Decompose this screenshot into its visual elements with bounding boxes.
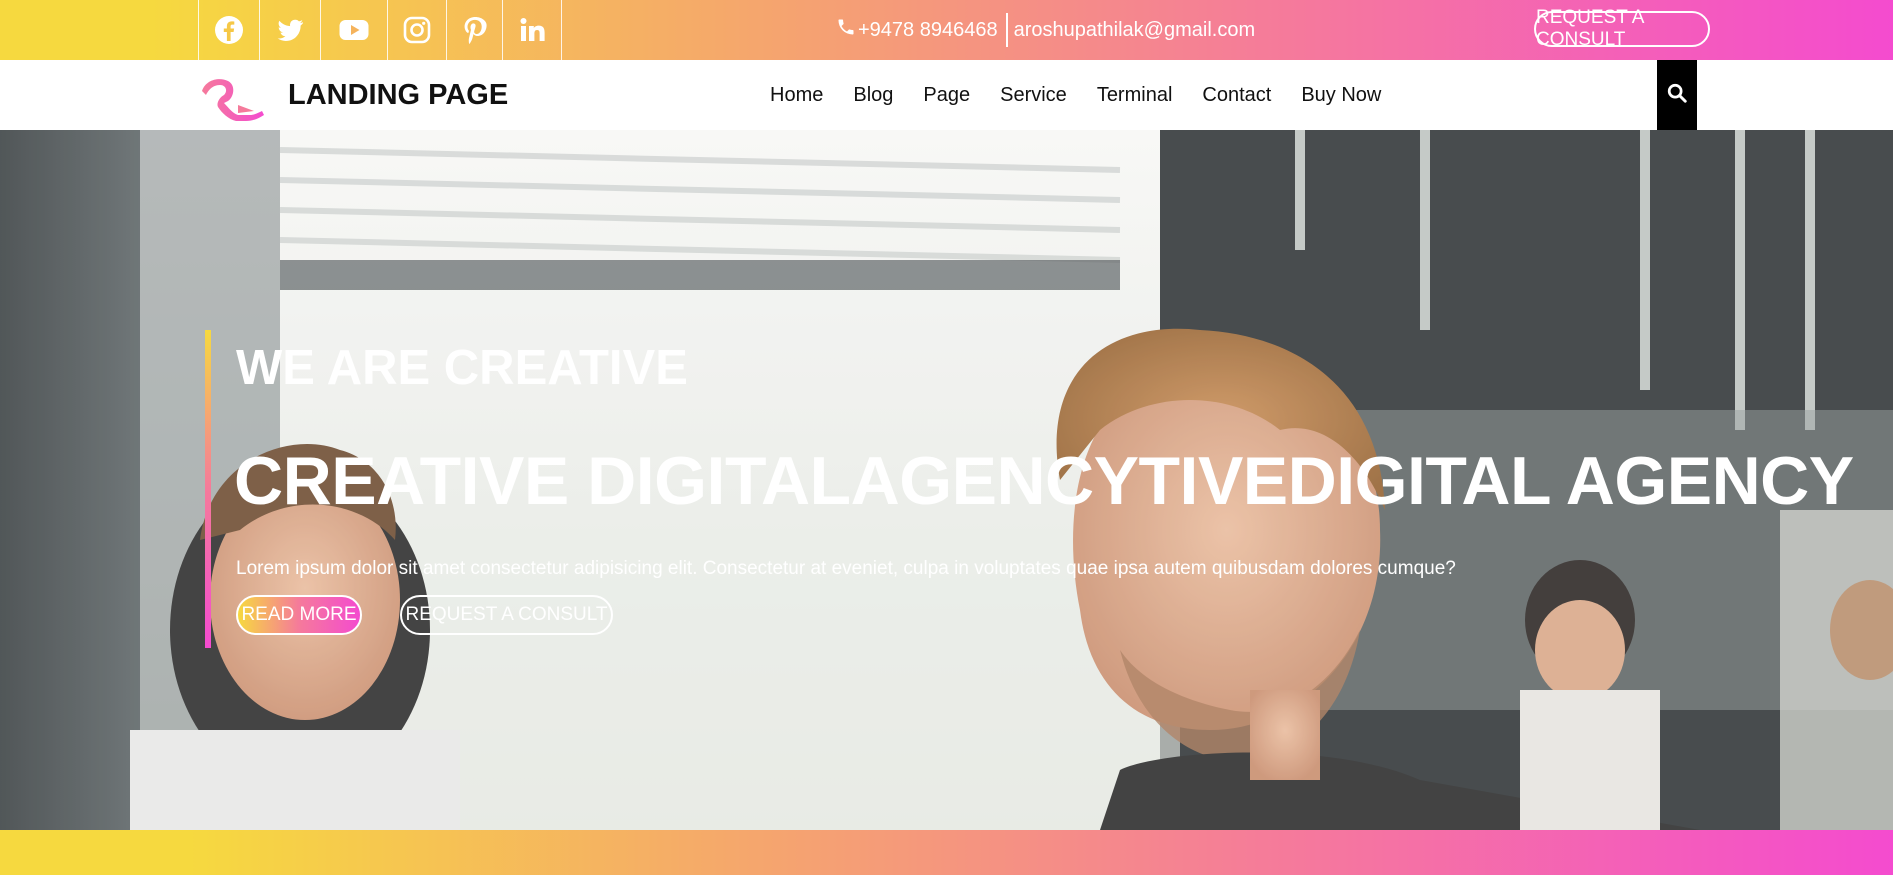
bottom-gradient-strip bbox=[0, 830, 1893, 875]
hero-subtitle: WE ARE CREATIVE bbox=[236, 341, 688, 395]
pinterest-icon bbox=[459, 14, 491, 46]
instagram-link[interactable] bbox=[388, 0, 447, 60]
linkedin-icon bbox=[516, 14, 548, 46]
search-icon bbox=[1666, 82, 1688, 109]
request-consult-button-hero[interactable]: REQUEST A CONSULT bbox=[400, 595, 613, 635]
phone-icon bbox=[836, 17, 856, 43]
facebook-icon bbox=[213, 14, 245, 46]
instagram-icon bbox=[401, 14, 433, 46]
hero-title: CREATIVE DIGITALAGENCYTIVEDIGITAL AGENCY bbox=[234, 443, 1854, 519]
phone-number: +9478 8946468 bbox=[858, 18, 998, 41]
facebook-link[interactable] bbox=[199, 0, 260, 60]
brand-logo-icon[interactable] bbox=[198, 73, 268, 123]
read-more-button[interactable]: READ MORE bbox=[236, 595, 362, 635]
social-links bbox=[198, 0, 562, 60]
main-navbar: LANDING PAGE Home Blog Page Service Term… bbox=[0, 60, 1893, 130]
nav-terminal[interactable]: Terminal bbox=[1097, 84, 1173, 107]
nav-home[interactable]: Home bbox=[770, 84, 823, 107]
contact-info: +9478 8946468 aroshupathilak@gmail.com bbox=[836, 0, 1255, 60]
nav-page[interactable]: Page bbox=[923, 84, 970, 107]
pinterest-link[interactable] bbox=[447, 0, 503, 60]
nav-contact[interactable]: Contact bbox=[1202, 84, 1271, 107]
landing-page: +9478 8946468 aroshupathilak@gmail.com R… bbox=[0, 0, 1893, 875]
hero-description: Lorem ipsum dolor sit amet consectetur a… bbox=[236, 558, 1456, 579]
email-link[interactable]: aroshupathilak@gmail.com bbox=[1014, 19, 1256, 42]
youtube-link[interactable] bbox=[321, 0, 388, 60]
youtube-icon bbox=[338, 14, 370, 46]
brand-name[interactable]: LANDING PAGE bbox=[288, 60, 508, 130]
main-menu: Home Blog Page Service Terminal Contact … bbox=[770, 60, 1411, 130]
nav-service[interactable]: Service bbox=[1000, 84, 1067, 107]
linkedin-link[interactable] bbox=[503, 0, 562, 60]
request-consult-button-top[interactable]: REQUEST A CONSULT bbox=[1534, 7, 1710, 50]
top-bar: +9478 8946468 aroshupathilak@gmail.com R… bbox=[0, 0, 1893, 60]
phone-contact[interactable]: +9478 8946468 bbox=[836, 17, 998, 43]
search-button[interactable] bbox=[1657, 60, 1697, 130]
contact-divider bbox=[1005, 13, 1008, 47]
nav-blog[interactable]: Blog bbox=[853, 84, 893, 107]
hero-accent-bar bbox=[205, 330, 211, 648]
nav-buy-now[interactable]: Buy Now bbox=[1301, 84, 1381, 107]
twitter-icon bbox=[274, 14, 306, 46]
twitter-link[interactable] bbox=[260, 0, 321, 60]
hero-section: WE ARE CREATIVE CREATIVE DIGITALAGENCYTI… bbox=[0, 130, 1893, 830]
